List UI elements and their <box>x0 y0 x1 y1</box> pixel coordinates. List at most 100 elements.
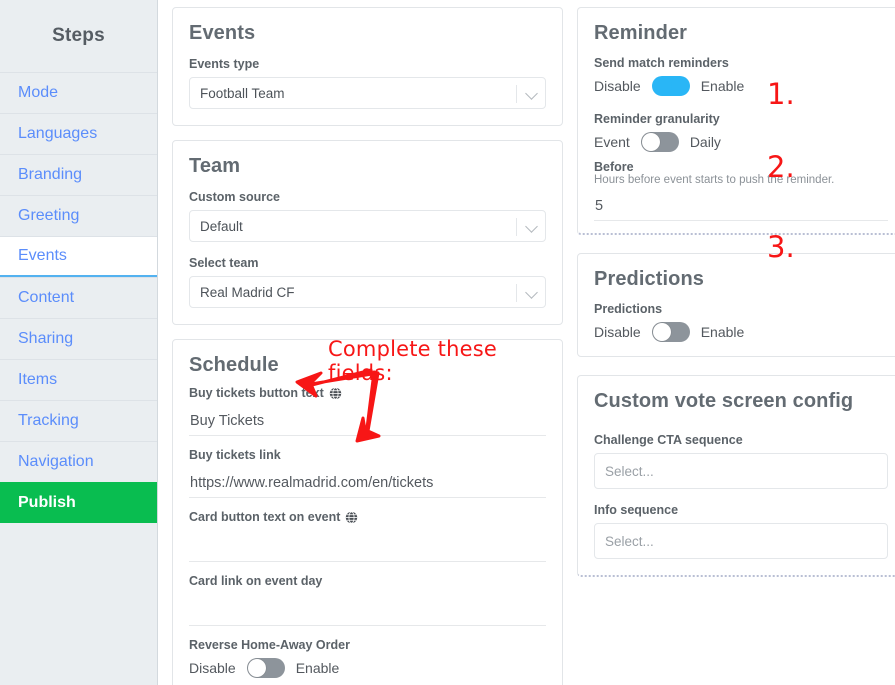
reverse-order-field: Reverse Home-Away Order Disable Enable <box>189 638 546 678</box>
card-link-input[interactable] <box>189 594 546 626</box>
sidebar-item-label: Branding <box>18 166 83 183</box>
send-match-reminders-toggle[interactable] <box>651 76 690 96</box>
toggle-knob <box>652 323 671 341</box>
buy-tickets-button-text-label: Buy tickets button text <box>189 386 546 400</box>
reverse-order-label: Reverse Home-Away Order <box>189 638 350 652</box>
sidebar-item-label: Languages <box>18 125 98 142</box>
info-sequence-value: Select... <box>605 533 654 549</box>
team-card-title: Team <box>189 155 241 177</box>
buy-tickets-link-label: Buy tickets link <box>189 448 281 462</box>
sidebar-item-label: Events <box>18 247 67 264</box>
toggle-knob <box>247 659 266 677</box>
app-root: Steps Mode Languages Branding Greeting E… <box>0 0 895 685</box>
predictions-card: Predictions Predictions Disable Enable <box>577 253 895 357</box>
card-button-text-input[interactable] <box>189 530 546 562</box>
before-hours-input[interactable]: 5 <box>594 191 888 221</box>
sidebar-item-label: Content <box>18 289 75 306</box>
custom-source-value: Default <box>200 218 243 234</box>
reverse-order-toggle-row: Disable Enable <box>189 658 546 678</box>
info-sequence-label: Info sequence <box>594 503 679 517</box>
sidebar-title: Steps <box>52 25 105 46</box>
send-reminders-off-label: Disable <box>594 78 641 94</box>
sidebar-item-label: Navigation <box>18 453 94 470</box>
custom-source-field: Custom source Default <box>189 190 546 242</box>
predictions-field: Predictions Disable Enable <box>594 302 888 342</box>
buy-tickets-link-field: Buy tickets link https://www.realmadrid.… <box>189 448 546 498</box>
schedule-card-title: Schedule <box>189 354 279 376</box>
sidebar-item-tracking[interactable]: Tracking <box>0 400 157 441</box>
sidebar-item-label: Tracking <box>18 412 79 429</box>
label-text: Buy tickets button text <box>189 386 324 400</box>
events-type-field: Events type Football Team <box>189 57 546 109</box>
events-card: Events Events type Football Team <box>172 7 563 126</box>
sidebar-item-navigation[interactable]: Navigation <box>0 441 157 482</box>
label-text: Card button text on event <box>189 510 341 524</box>
reverse-order-off-label: Disable <box>189 660 236 676</box>
globe-icon <box>345 510 358 524</box>
before-field: Before Hours before event starts to push… <box>594 160 888 221</box>
before-help-text: Hours before event starts to push the re… <box>594 174 835 186</box>
sidebar-item-label: Publish <box>18 494 76 511</box>
predictions-card-title: Predictions <box>594 268 705 290</box>
send-match-reminders-label: Send match reminders <box>594 56 729 70</box>
reminder-card: Reminder Send match reminders Disable En… <box>577 7 895 235</box>
buy-tickets-button-text-field: Buy tickets button text Buy Tickets <box>189 386 546 436</box>
custom-source-select[interactable]: Default <box>189 210 546 242</box>
send-match-reminders-field: Send match reminders Disable Enable <box>594 56 888 96</box>
granularity-off-label: Event <box>594 134 630 150</box>
predictions-toggle[interactable] <box>651 322 690 342</box>
toggle-knob <box>670 77 689 95</box>
predictions-on-label: Enable <box>700 324 745 340</box>
card-link-field: Card link on event day <box>189 574 546 626</box>
reminder-granularity-label: Reminder granularity <box>594 112 720 126</box>
select-team-field: Select team Real Madrid CF <box>189 256 546 308</box>
sidebar-item-label: Mode <box>18 84 59 101</box>
sidebar-item-publish[interactable]: Publish <box>0 482 157 523</box>
reminder-granularity-toggle-row: Event Daily <box>594 132 888 152</box>
sidebar-item-items[interactable]: Items <box>0 359 157 400</box>
team-card: Team Custom source Default Select team R… <box>172 140 563 325</box>
sidebar-item-greeting[interactable]: Greeting <box>0 195 157 236</box>
events-card-title: Events <box>189 22 256 44</box>
card-button-text-label: Card button text on event <box>189 510 546 524</box>
predictions-off-label: Disable <box>594 324 641 340</box>
events-type-value: Football Team <box>200 85 285 101</box>
info-sequence-field: Info sequence Select... <box>594 503 888 559</box>
right-column: Reminder Send match reminders Disable En… <box>563 0 895 591</box>
sidebar-item-mode[interactable]: Mode <box>0 72 157 113</box>
sidebar-item-branding[interactable]: Branding <box>0 154 157 195</box>
reminder-granularity-field: Reminder granularity Event Daily <box>594 112 888 152</box>
schedule-card: Schedule Buy tickets button text Buy Tic… <box>172 339 563 685</box>
challenge-cta-sequence-value: Select... <box>605 463 654 479</box>
globe-icon <box>329 386 342 400</box>
granularity-on-label: Daily <box>689 134 721 150</box>
custom-vote-screen-config-card: Custom vote screen config Challenge CTA … <box>577 375 895 577</box>
card-button-text-field: Card button text on event <box>189 510 546 562</box>
reverse-order-toggle[interactable] <box>246 658 285 678</box>
events-type-select[interactable]: Football Team <box>189 77 546 109</box>
challenge-cta-sequence-label: Challenge CTA sequence <box>594 433 743 447</box>
reminder-granularity-toggle[interactable] <box>640 132 679 152</box>
challenge-cta-sequence-select[interactable]: Select... <box>594 453 888 489</box>
events-type-label: Events type <box>189 57 260 71</box>
select-separator <box>516 218 517 236</box>
select-team-label: Select team <box>189 256 259 270</box>
sidebar-item-label: Greeting <box>18 207 80 224</box>
predictions-toggle-row: Disable Enable <box>594 322 888 342</box>
info-sequence-select[interactable]: Select... <box>594 523 888 559</box>
select-team-select[interactable]: Real Madrid CF <box>189 276 546 308</box>
chevron-down-icon <box>525 87 538 100</box>
sidebar-item-languages[interactable]: Languages <box>0 113 157 154</box>
chevron-down-icon <box>525 286 538 299</box>
buy-tickets-button-text-input[interactable]: Buy Tickets <box>189 406 546 436</box>
predictions-label: Predictions <box>594 302 663 316</box>
chevron-down-icon <box>525 220 538 233</box>
sidebar-item-label: Sharing <box>18 330 74 347</box>
card-link-label: Card link on event day <box>189 574 323 588</box>
sidebar-item-sharing[interactable]: Sharing <box>0 318 157 359</box>
sidebar-item-events[interactable]: Events <box>0 236 157 277</box>
buy-tickets-link-input[interactable]: https://www.realmadrid.com/en/tickets <box>189 468 546 498</box>
sidebar-item-content[interactable]: Content <box>0 277 157 318</box>
reminder-card-title: Reminder <box>594 22 688 44</box>
middle-column: Events Events type Football Team Team Cu… <box>158 0 563 685</box>
